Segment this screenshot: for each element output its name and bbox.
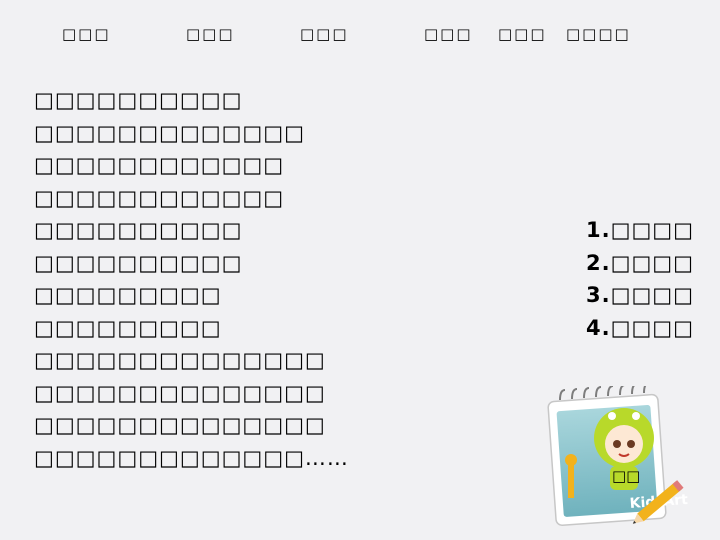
text-line: □□□□□□□□□□ <box>34 88 243 112</box>
illustration-label: □□ <box>612 467 641 485</box>
text-lines: □□□□□□□□□□ □□□□□□□□□□□□□ □□□□□□□□□□□□ □□… <box>34 84 349 474</box>
text-line: □□□□□□□□□ <box>34 283 222 307</box>
numbered-item: 2.□□□□ <box>586 250 694 275</box>
nav-item-4[interactable]: □□□ <box>424 22 473 46</box>
text-line: □□□□□□□□□□□□ <box>34 153 285 177</box>
notebook-illustration-icon: KidzArt <box>547 386 689 526</box>
numbered-list: 1.□□□□ 2.□□□□ 3.□□□□ 4.□□□□ <box>586 214 694 344</box>
text-line: □□□□□□□□□□□□□…… <box>34 445 349 470</box>
text-line: □□□□□□□□□□ <box>34 250 243 275</box>
nav-item-5[interactable]: □□□ <box>498 22 547 46</box>
nav-item-2[interactable]: □□□ <box>186 22 235 46</box>
text-line: □□□□□□□□□□□□□□ <box>34 348 326 372</box>
top-nav: □□□ □□□ □□□ □□□ □□□ □□□□ <box>0 22 720 46</box>
nav-item-3[interactable]: □□□ <box>300 22 349 46</box>
numbered-item: 3.□□□□ <box>586 283 694 307</box>
text-line: □□□□□□□□□ <box>34 315 222 340</box>
numbered-item: 4.□□□□ <box>586 315 694 340</box>
text-line: □□□□□□□□□□□□□□ <box>34 380 326 405</box>
text-line: □□□□□□□□□□□□□□ <box>34 413 326 437</box>
text-line: □□□□□□□□□□□□□ <box>34 120 305 145</box>
nav-item-1[interactable]: □□□ <box>62 22 111 46</box>
text-line: □□□□□□□□□□ <box>34 218 243 242</box>
text-line: □□□□□□□□□□□□ <box>34 185 285 210</box>
nav-item-6[interactable]: □□□□ <box>566 22 631 46</box>
numbered-item: 1.□□□□ <box>586 218 694 242</box>
